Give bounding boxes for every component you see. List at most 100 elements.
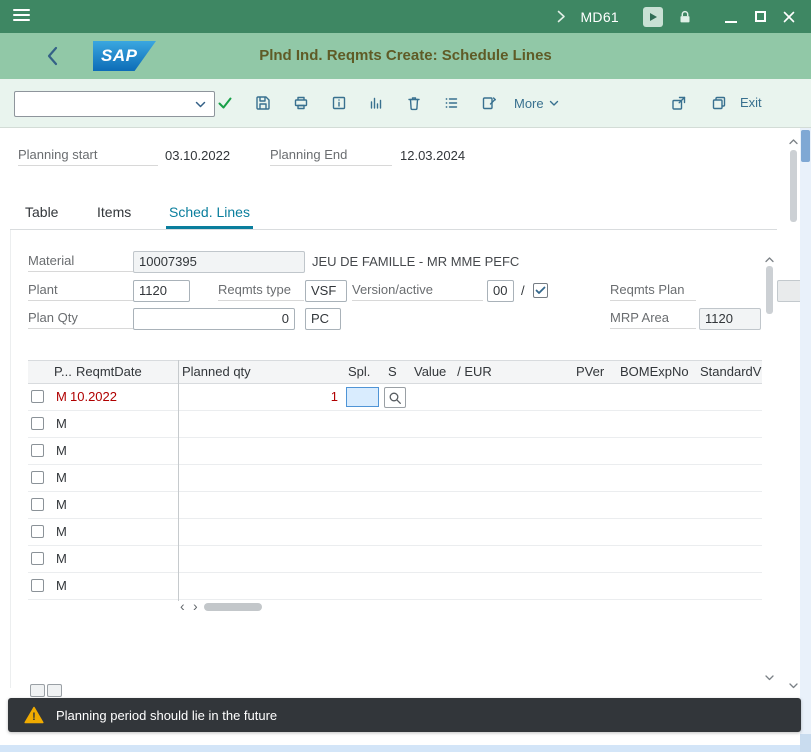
command-combobox[interactable] [14, 91, 215, 117]
period-indicator-cell[interactable]: M [56, 411, 67, 437]
panel-scrollbar[interactable] [762, 248, 777, 688]
table-row[interactable]: M [28, 519, 762, 546]
scroll-down-icon[interactable] [789, 676, 798, 694]
column-header[interactable]: ReqmtDate [72, 361, 178, 383]
period-indicator-cell[interactable]: M [56, 465, 67, 491]
info-button[interactable] [326, 90, 352, 116]
material-input[interactable]: 10007395 [133, 251, 305, 273]
period-indicator-cell[interactable]: M [56, 519, 67, 545]
horizontal-scrollbar[interactable]: ‹ › [28, 600, 762, 614]
row-checkbox[interactable] [31, 471, 44, 484]
trash-icon [406, 95, 422, 111]
maximize-button[interactable] [752, 9, 768, 25]
mrp-area-input[interactable]: 1120 [699, 308, 761, 330]
plan-qty-unit-input[interactable]: PC [305, 308, 341, 330]
focused-cell[interactable] [346, 387, 379, 407]
open-new-window-button[interactable] [666, 90, 692, 116]
tab-sched-lines[interactable]: Sched. Lines [166, 198, 253, 229]
period-indicator-cell[interactable]: M [56, 573, 67, 599]
column-header[interactable] [28, 361, 50, 383]
scroll-right-icon[interactable]: › [193, 599, 198, 613]
period-indicator-cell[interactable]: M [56, 384, 67, 410]
exit-button[interactable]: Exit [740, 90, 762, 116]
sort-columns-button[interactable] [363, 90, 389, 116]
column-header[interactable]: StandardV [696, 361, 762, 383]
checkbox-check-icon [535, 286, 546, 295]
column-header[interactable]: BOMExpNo [616, 361, 696, 383]
scroll-left-icon[interactable]: ‹ [180, 599, 185, 613]
more-label: More [514, 96, 544, 111]
planned-qty-cell[interactable] [178, 573, 344, 599]
save-button[interactable] [250, 90, 276, 116]
print-button[interactable] [288, 90, 314, 116]
planned-qty-cell[interactable] [178, 438, 344, 464]
continue-button[interactable] [212, 90, 238, 116]
column-header[interactable]: PVer [572, 361, 616, 383]
close-button[interactable] [781, 9, 797, 25]
edit-icon [481, 95, 497, 111]
table-row[interactable]: M 10.2022 1 [28, 384, 762, 411]
planned-qty-cell[interactable] [178, 465, 344, 491]
lock-icon[interactable] [675, 7, 695, 27]
row-checkbox[interactable] [31, 390, 44, 403]
list-button[interactable] [438, 90, 464, 116]
table-page-button[interactable] [30, 684, 45, 697]
edit-button[interactable] [476, 90, 502, 116]
row-checkbox[interactable] [31, 525, 44, 538]
print-icon [293, 95, 309, 111]
version-input[interactable]: 00 [487, 280, 514, 302]
table-row[interactable]: M [28, 465, 762, 492]
planned-qty-cell[interactable]: 1 [178, 384, 344, 410]
table-page-button[interactable] [47, 684, 62, 697]
version-active-checkbox[interactable] [533, 283, 548, 298]
row-checkbox[interactable] [31, 444, 44, 457]
content-scrollbar[interactable] [786, 130, 801, 696]
table-row[interactable]: M [28, 438, 762, 465]
row-checkbox[interactable] [31, 498, 44, 511]
tab-table[interactable]: Table [22, 198, 61, 229]
page-scrollbar-thumb[interactable] [801, 130, 810, 162]
minimize-button[interactable] [723, 9, 739, 25]
horizontal-scrollbar-thumb[interactable] [204, 603, 262, 611]
delete-button[interactable] [401, 90, 427, 116]
table-row[interactable]: M [28, 411, 762, 438]
column-header[interactable]: Value / EUR [410, 361, 572, 383]
scroll-down-icon[interactable] [765, 668, 774, 686]
planned-qty-cell[interactable] [178, 411, 344, 437]
plant-input[interactable]: 1120 [133, 280, 190, 302]
planned-qty-cell[interactable] [178, 546, 344, 572]
table-row[interactable]: M [28, 492, 762, 519]
version-active-label: Version/active [352, 281, 483, 301]
period-indicator-cell[interactable]: M [56, 492, 67, 518]
reqmts-type-input[interactable]: VSF [305, 280, 347, 302]
plan-qty-input[interactable]: 0 [133, 308, 295, 330]
more-button[interactable]: More [514, 90, 559, 116]
planned-qty-cell[interactable] [178, 492, 344, 518]
chevron-right-icon[interactable] [557, 10, 566, 23]
period-indicator-cell[interactable]: M [56, 438, 67, 464]
column-header[interactable]: Spl. [344, 361, 384, 383]
content-scrollbar-thumb[interactable] [790, 150, 797, 222]
row-checkbox[interactable] [31, 579, 44, 592]
table-row[interactable]: M [28, 546, 762, 573]
period-indicator-cell[interactable]: M [56, 546, 67, 572]
column-header[interactable]: P... [50, 361, 72, 383]
page-scrollbar[interactable] [800, 128, 811, 752]
tab-items[interactable]: Items [94, 198, 134, 229]
row-checkbox[interactable] [31, 552, 44, 565]
panel-scrollbar-thumb[interactable] [766, 266, 773, 314]
planning-start-label: Planning start [18, 146, 158, 166]
menu-icon[interactable] [13, 9, 30, 24]
scroll-up-icon[interactable] [789, 132, 798, 150]
column-header[interactable]: S [384, 361, 410, 383]
play-icon[interactable] [643, 7, 663, 27]
row-checkbox[interactable] [31, 417, 44, 430]
cascade-windows-button[interactable] [706, 90, 732, 116]
material-label: Material [28, 252, 133, 272]
planning-end-label: Planning End [270, 146, 392, 166]
planned-qty-cell[interactable] [178, 519, 344, 545]
value-help-button[interactable] [384, 387, 406, 408]
reqmt-date-cell[interactable]: 10.2022 [70, 384, 117, 410]
table-row[interactable]: M [28, 573, 762, 600]
column-header[interactable]: Planned qty [178, 361, 344, 383]
